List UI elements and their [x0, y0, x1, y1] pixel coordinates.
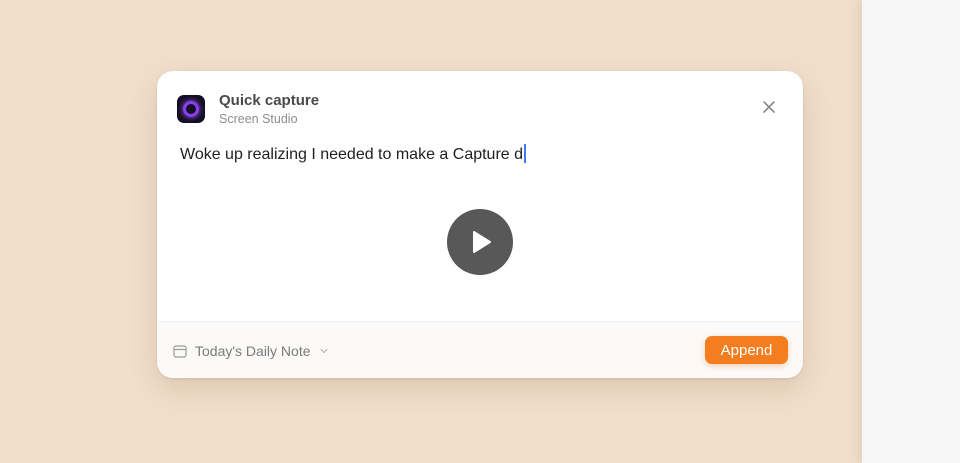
quick-capture-dialog: Quick capture Screen Studio Woke up real…	[157, 71, 803, 378]
dialog-subtitle: Screen Studio	[219, 112, 298, 126]
play-icon	[473, 231, 491, 253]
close-icon	[763, 101, 775, 113]
side-panel	[862, 0, 960, 463]
text-caret	[524, 144, 527, 163]
close-button[interactable]	[761, 99, 777, 115]
destination-label: Today's Daily Note	[195, 342, 311, 359]
calendar-icon	[173, 344, 187, 358]
screen-studio-icon	[177, 95, 205, 123]
capture-text-input[interactable]: Woke up realizing I needed to make a Cap…	[180, 144, 527, 164]
dialog-title: Quick capture	[219, 92, 320, 109]
chevron-down-icon	[319, 348, 328, 353]
dialog-footer: Today's Daily Note Append	[157, 321, 803, 378]
play-button[interactable]	[447, 209, 513, 275]
destination-selector[interactable]: Today's Daily Note	[173, 322, 329, 378]
capture-text: Woke up realizing I needed to make a Cap…	[180, 146, 524, 163]
append-button[interactable]: Append	[705, 336, 788, 364]
